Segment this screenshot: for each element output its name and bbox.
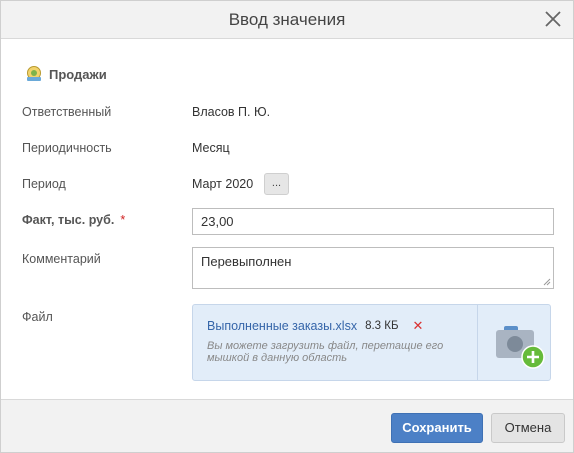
resize-grip-icon[interactable] <box>543 278 551 286</box>
section-header: Продажи <box>25 65 107 83</box>
responsible-label: Ответственный <box>22 105 112 119</box>
close-icon <box>545 11 561 27</box>
periodicity-label: Периодичность <box>22 141 112 155</box>
period-select-button[interactable]: ... <box>264 173 289 195</box>
fact-input[interactable] <box>192 208 554 235</box>
required-mark: * <box>120 213 126 227</box>
dropzone-hint: Вы можете загрузить файл, перетащие его … <box>207 340 444 364</box>
file-dropzone[interactable]: Выполненные заказы.xlsx 8.3 КБ ✕ Вы може… <box>192 304 551 381</box>
save-button[interactable]: Сохранить <box>391 413 483 443</box>
file-name-link[interactable]: Выполненные заказы.xlsx <box>207 319 357 333</box>
periodicity-value: Месяц <box>192 141 230 155</box>
dialog-title: Ввод значения <box>228 10 346 29</box>
close-button[interactable] <box>541 7 565 31</box>
remove-file-button[interactable]: ✕ <box>413 318 424 334</box>
dialog-footer: Сохранить Отмена <box>1 399 573 452</box>
fact-label: Факт, тыс. руб. <box>22 213 115 227</box>
sales-indicator-icon <box>27 66 41 81</box>
period-label: Период <box>22 177 66 191</box>
section-title: Продажи <box>49 66 107 82</box>
input-value-dialog: Ввод значения Продажи Ответственный Влас… <box>0 0 574 453</box>
dialog-header: Ввод значения <box>1 1 573 39</box>
upload-button[interactable] <box>495 324 545 370</box>
dropzone-divider <box>477 305 478 380</box>
file-size: 8.3 КБ <box>365 320 399 332</box>
cancel-button[interactable]: Отмена <box>491 413 565 443</box>
period-value: Март 2020 <box>192 177 254 191</box>
comment-label: Комментарий <box>22 252 101 266</box>
responsible-value: Власов П. Ю. <box>192 105 271 119</box>
attached-file: Выполненные заказы.xlsx 8.3 КБ ✕ <box>207 318 423 334</box>
comment-text: Перевыполнен <box>201 254 292 269</box>
file-label: Файл <box>22 310 53 324</box>
comment-textarea[interactable]: Перевыполнен <box>192 247 554 289</box>
fact-label-row: Факт, тыс. руб. * <box>22 213 125 227</box>
camera-add-icon <box>496 326 545 369</box>
